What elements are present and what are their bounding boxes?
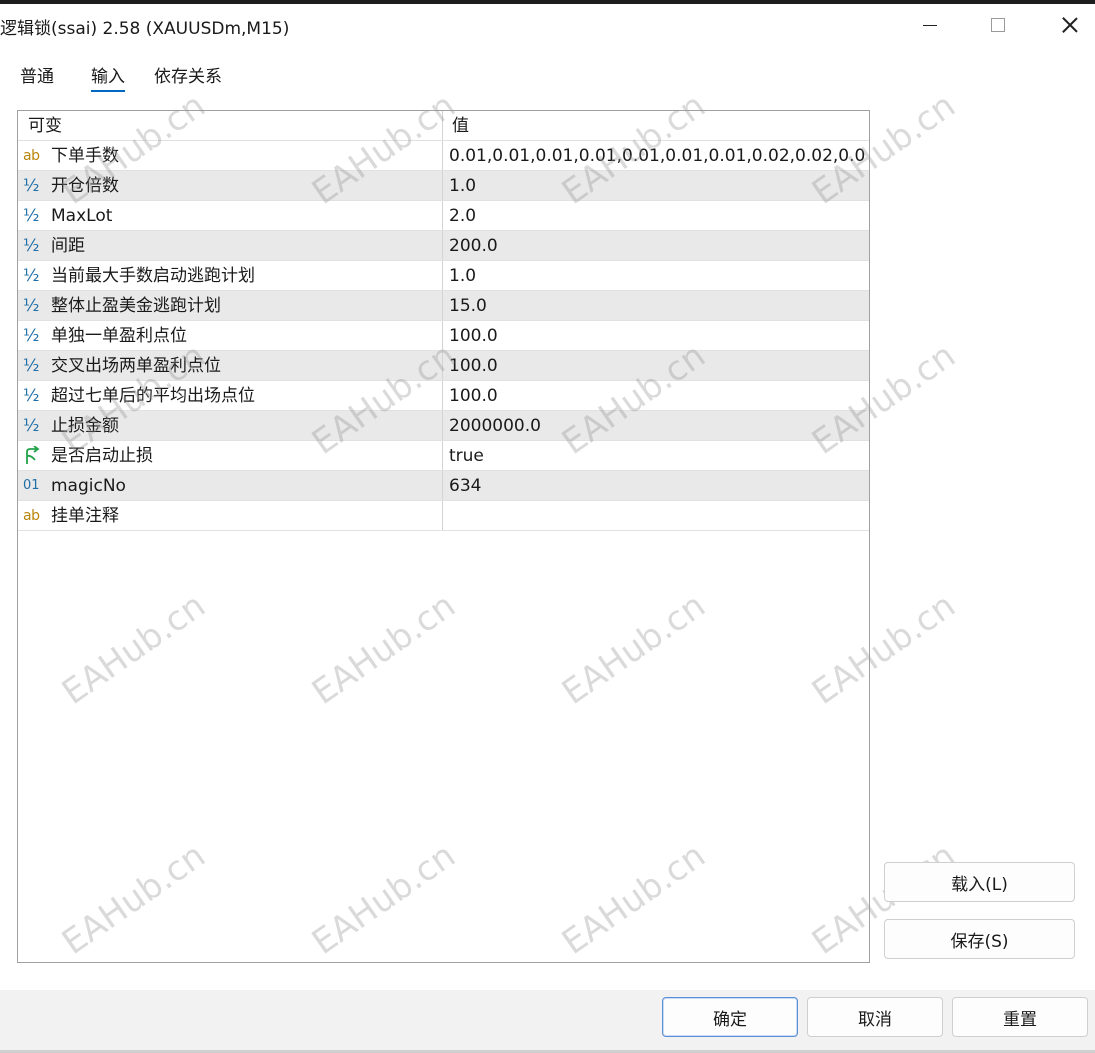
double-type-icon: ½ [23,416,40,436]
double-type-icon: ½ [23,296,40,316]
tab-general[interactable]: 普通 [20,62,54,87]
param-name: 是否启动止损 [51,446,153,466]
param-name: 下单手数 [51,146,119,166]
param-name-cell[interactable]: ½ 单独一单盈利点位 [18,321,443,350]
table-row[interactable]: 是否启动止损 true [18,441,869,471]
table-row[interactable]: ½ 开仓倍数 1.0 [18,171,869,201]
double-type-icon: ½ [23,206,40,226]
minimize-button[interactable] [895,4,965,46]
header-name-label: 可变 [28,116,62,136]
param-value[interactable]: 100.0 [449,381,865,410]
integer-type-icon: 01 [23,478,40,493]
string-type-icon: ab [23,148,40,164]
param-name-cell[interactable]: ½ 止损金额 [18,411,443,440]
table-header: 可变 值 [18,111,869,141]
double-type-icon: ½ [23,326,40,346]
table-row[interactable]: ab 挂单注释 [18,501,869,531]
reset-button[interactable]: 重置 [952,997,1088,1037]
table-row[interactable]: ab 下单手数 0.01,0.01,0.01,0.01,0.01,0.01,0.01… [18,141,869,171]
param-value[interactable]: 1.0 [449,171,865,200]
param-name-cell[interactable]: ½ 开仓倍数 [18,171,443,200]
param-name: 交叉出场两单盈利点位 [51,356,221,376]
table-row[interactable]: ½ 整体止盈美金逃跑计划 15.0 [18,291,869,321]
load-button[interactable]: 载入(L) [884,862,1075,902]
table-row[interactable]: ½ 单独一单盈利点位 100.0 [18,321,869,351]
param-name-cell[interactable]: ab 挂单注释 [18,501,443,530]
param-value[interactable]: 2000000.0 [449,411,865,440]
double-type-icon: ½ [23,236,40,256]
string-type-icon: ab [23,508,40,524]
close-button[interactable] [1035,4,1095,46]
param-name: 整体止盈美金逃跑计划 [51,296,221,316]
param-value[interactable]: 100.0 [449,351,865,380]
param-value[interactable] [449,501,865,530]
boolean-type-icon [23,445,45,466]
double-type-icon: ½ [23,266,40,286]
param-value[interactable]: true [449,441,865,470]
param-name: 开仓倍数 [51,176,119,196]
maximize-icon [991,18,1005,32]
table-row[interactable]: ½ MaxLot 2.0 [18,201,869,231]
param-name: 止损金额 [51,416,119,436]
table-row[interactable]: 01 magicNo 634 [18,471,869,501]
tab-dependencies[interactable]: 依存关系 [154,62,222,87]
param-name: MaxLot [51,206,113,226]
tab-inputs[interactable]: 输入 [91,62,125,92]
table-row[interactable]: ½ 当前最大手数启动逃跑计划 1.0 [18,261,869,291]
title-bar: 逻辑锁(ssai) 2.58 (XAUUSDm,M15) [0,4,1095,46]
double-type-icon: ½ [23,386,40,406]
cancel-button[interactable]: 取消 [807,997,943,1037]
param-value[interactable]: 2.0 [449,201,865,230]
param-name: 单独一单盈利点位 [51,326,187,346]
param-name-cell[interactable]: 是否启动止损 [18,441,443,470]
param-name-cell[interactable]: ½ 交叉出场两单盈利点位 [18,351,443,380]
param-name: 间距 [51,236,85,256]
param-name-cell[interactable]: ½ 整体止盈美金逃跑计划 [18,291,443,320]
param-name: 超过七单后的平均出场点位 [51,386,255,406]
param-name: magicNo [51,476,126,496]
param-value[interactable]: 100.0 [449,321,865,350]
table-row[interactable]: ½ 超过七单后的平均出场点位 100.0 [18,381,869,411]
param-name-cell[interactable]: ab 下单手数 [18,141,443,170]
ok-button[interactable]: 确定 [662,997,798,1037]
maximize-button[interactable] [963,4,1033,46]
double-type-icon: ½ [23,176,40,196]
save-button[interactable]: 保存(S) [884,919,1075,959]
table-row[interactable]: ½ 交叉出场两单盈利点位 100.0 [18,351,869,381]
header-value-label[interactable]: 值 [452,111,868,140]
window-title: 逻辑锁(ssai) 2.58 (XAUUSDm,M15) [0,19,290,39]
header-name-cell[interactable]: 可变 [18,111,443,140]
table-row[interactable]: ½ 间距 200.0 [18,231,869,261]
minimize-icon [923,24,937,26]
param-name: 当前最大手数启动逃跑计划 [51,266,255,286]
param-value[interactable]: 200.0 [449,231,865,260]
param-name: 挂单注释 [51,506,119,526]
inputs-table: 可变 值 ab 下单手数 0.01,0.01,0.01,0.01,0.01,0.01… [17,110,870,963]
close-icon [1062,17,1078,33]
double-type-icon: ½ [23,356,40,376]
param-name-cell[interactable]: ½ 当前最大手数启动逃跑计划 [18,261,443,290]
param-value[interactable]: 1.0 [449,261,865,290]
param-value[interactable]: 0.01,0.01,0.01,0.01,0.01,0.01,0.01,0.02,… [449,141,865,170]
param-name-cell[interactable]: ½ 超过七单后的平均出场点位 [18,381,443,410]
param-name-cell[interactable]: ½ 间距 [18,231,443,260]
table-row[interactable]: ½ 止损金额 2000000.0 [18,411,869,441]
param-name-cell[interactable]: 01 magicNo [18,471,443,500]
param-value[interactable]: 15.0 [449,291,865,320]
param-value[interactable]: 634 [449,471,865,500]
param-name-cell[interactable]: ½ MaxLot [18,201,443,230]
